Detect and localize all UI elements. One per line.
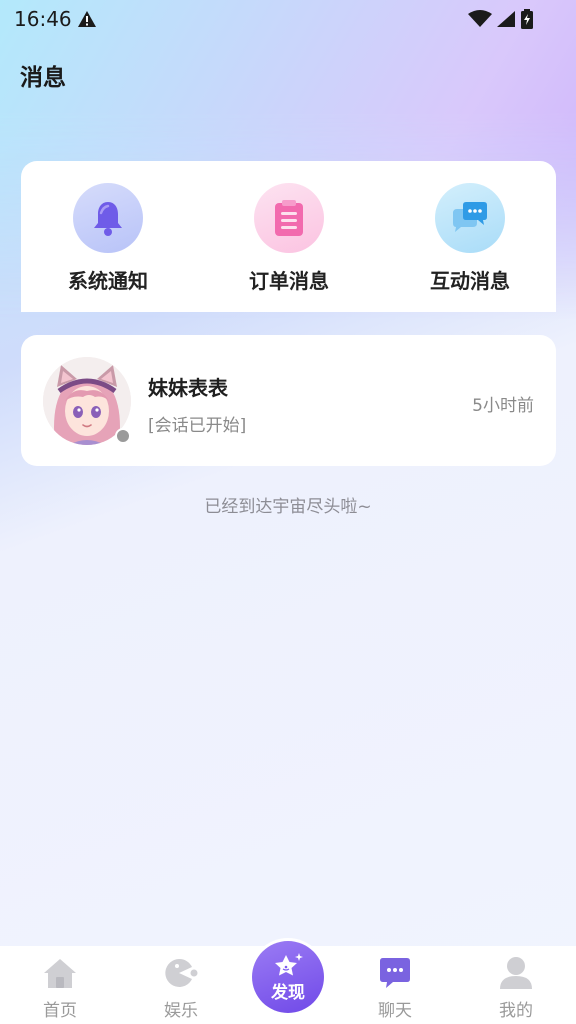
conversation-name: 妹妹表表 (148, 376, 228, 400)
tab-label: 首页 (43, 1001, 77, 1021)
tab-entertainment[interactable]: 娱乐 (131, 954, 231, 1021)
clipboard-icon (254, 183, 324, 253)
bell-icon (73, 183, 143, 253)
tab-home[interactable]: 首页 (10, 954, 110, 1021)
user-icon (466, 954, 566, 992)
category-label: 系统通知 (68, 269, 148, 293)
tab-discover[interactable]: 发现 (249, 938, 327, 1016)
star-icon (275, 952, 303, 975)
category-label: 订单消息 (249, 269, 329, 293)
message-categories: 系统通知 订单消息 互动消息 (21, 161, 556, 312)
category-interaction-messages[interactable]: 互动消息 (400, 183, 540, 294)
wifi-icon (468, 10, 492, 27)
tab-label: 我的 (499, 1001, 533, 1021)
status-bar: 16:46 (0, 0, 576, 38)
tab-label: 娱乐 (164, 1001, 198, 1021)
conversation-time: 5小时前 (472, 396, 534, 416)
presence-dot (115, 428, 131, 444)
battery-icon (521, 9, 533, 29)
status-icons (468, 9, 534, 29)
home-icon (10, 954, 110, 992)
discover-button: 发现 (252, 941, 324, 1013)
conversation-item[interactable]: 妹妹表表 [会话已开始] 5小时前 (21, 335, 556, 466)
chat-icon (345, 954, 445, 992)
category-order-messages[interactable]: 订单消息 (219, 183, 359, 294)
end-of-list-text: 已经到达宇宙尽头啦~ (204, 497, 372, 517)
warning-icon (78, 11, 96, 27)
status-time: 16:46 (14, 7, 72, 31)
tab-chat[interactable]: 聊天 (345, 954, 445, 1021)
chat-bubbles-icon (435, 183, 505, 253)
category-label: 互动消息 (430, 269, 510, 293)
conversation-last-message: [会话已开始] (148, 416, 247, 436)
page-title: 消息 (20, 65, 66, 91)
tab-label: 发现 (271, 982, 305, 1003)
category-system-notice[interactable]: 系统通知 (38, 183, 178, 294)
signal-icon (497, 11, 515, 27)
tab-label: 聊天 (378, 1001, 412, 1021)
tab-profile[interactable]: 我的 (466, 954, 566, 1021)
game-icon (131, 954, 231, 992)
